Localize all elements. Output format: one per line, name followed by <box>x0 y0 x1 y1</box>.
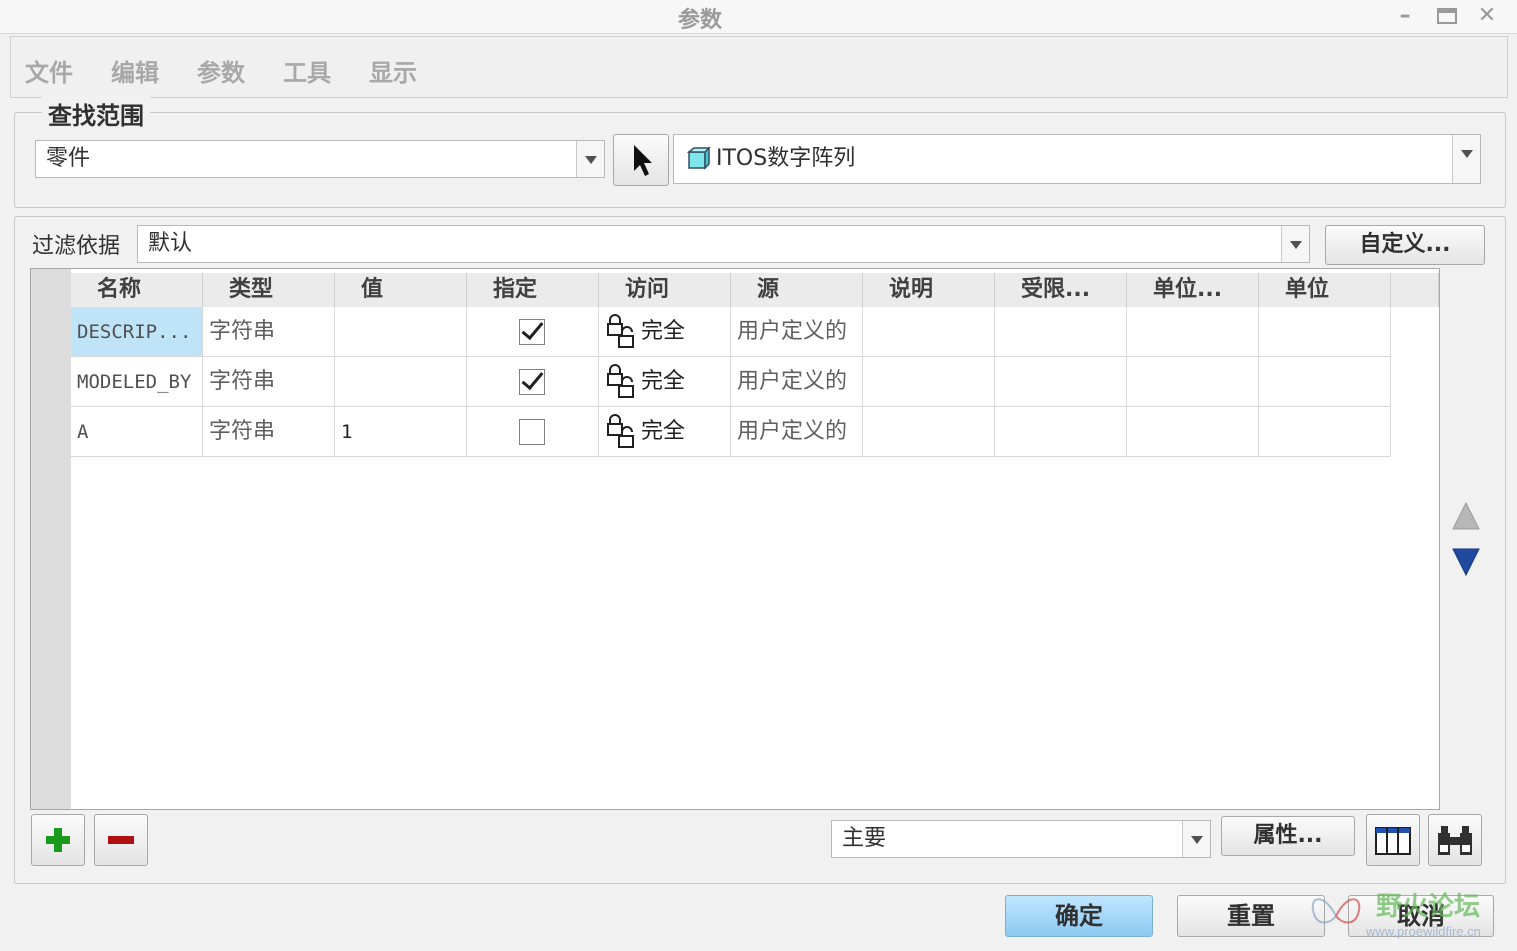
access-lock-icon <box>607 314 634 348</box>
view-value: 主要 <box>842 826 887 851</box>
watermark-url: www.proewildfire.cn <box>1366 924 1481 939</box>
column-header-name[interactable]: 名称 <box>71 273 203 307</box>
filter-select[interactable]: 默认 <box>137 225 1310 263</box>
find-button[interactable] <box>1428 814 1482 866</box>
menu-parameters[interactable]: 参数 <box>197 53 245 88</box>
menu-bar: 文件 编辑 参数 工具 显示 <box>10 36 1508 98</box>
remove-parameter-button[interactable] <box>94 814 148 866</box>
cell-value[interactable]: 1 <box>335 407 467 457</box>
chevron-down-icon[interactable] <box>1281 226 1309 262</box>
add-parameter-button[interactable] <box>31 814 85 866</box>
cursor-arrow-icon <box>634 145 652 176</box>
customize-button[interactable]: 自定义... <box>1325 225 1485 265</box>
access-lock-icon <box>607 364 634 398</box>
cell-unit[interactable] <box>1259 307 1391 357</box>
search-scope-legend: 查找范围 <box>42 96 150 131</box>
cell-type[interactable]: 字符串 <box>203 407 335 457</box>
binoculars-icon <box>1438 826 1472 855</box>
filter-label: 过滤依据 <box>32 234 121 259</box>
access-label: 完全 <box>641 319 686 344</box>
cell-access[interactable]: 完全 <box>599 307 731 357</box>
cell-restricted[interactable] <box>995 407 1127 457</box>
cell-designate[interactable] <box>467 357 599 407</box>
move-down-icon[interactable] <box>1450 546 1482 578</box>
cell-description[interactable] <box>863 407 995 457</box>
cell-unit-quantity[interactable] <box>1127 407 1259 457</box>
chevron-down-icon[interactable] <box>576 141 604 177</box>
cell-unit[interactable] <box>1259 357 1391 407</box>
cell-restricted[interactable] <box>995 357 1127 407</box>
cell-source[interactable]: 用户定义的 <box>731 407 863 457</box>
access-label: 完全 <box>641 419 686 444</box>
column-header-source[interactable]: 源 <box>731 273 863 307</box>
chevron-down-icon[interactable] <box>1452 135 1480 183</box>
columns-icon <box>1375 827 1411 855</box>
filter-value: 默认 <box>148 231 193 256</box>
cell-restricted[interactable] <box>995 307 1127 357</box>
cell-designate[interactable] <box>467 307 599 357</box>
cell-description[interactable] <box>863 357 995 407</box>
minimize-icon[interactable]: – <box>1390 2 1420 30</box>
menu-file[interactable]: 文件 <box>25 53 73 88</box>
column-header-restricted[interactable]: 受限... <box>995 273 1127 307</box>
designate-checkbox[interactable] <box>519 319 545 345</box>
column-header-access[interactable]: 访问 <box>599 273 731 307</box>
title-bar: 参数 – ✕ <box>0 0 1517 34</box>
designate-checkbox[interactable] <box>519 369 545 395</box>
column-header-filler <box>1391 273 1439 307</box>
row-header-column <box>31 269 71 809</box>
cell-unit-quantity[interactable] <box>1127 357 1259 407</box>
parameters-table: 名称 类型 值 指定 访问 源 说明 受限... 单位... 单位 DESCRI… <box>30 268 1440 810</box>
column-header-type[interactable]: 类型 <box>203 273 335 307</box>
cell-name[interactable]: A <box>71 407 203 457</box>
menu-tools[interactable]: 工具 <box>283 53 331 88</box>
forum-watermark: 野火论坛 www.proewildfire.cn <box>1306 886 1511 946</box>
access-label: 完全 <box>641 369 686 394</box>
column-header-value[interactable]: 值 <box>335 273 467 307</box>
column-setup-button[interactable] <box>1366 814 1420 866</box>
menu-edit[interactable]: 编辑 <box>111 53 159 88</box>
column-header-unit[interactable]: 单位 <box>1259 273 1391 307</box>
ok-button[interactable]: 确定 <box>1005 895 1153 937</box>
menu-display[interactable]: 显示 <box>369 53 417 88</box>
close-icon[interactable]: ✕ <box>1472 2 1502 30</box>
column-header-unit-quantity[interactable]: 单位... <box>1127 273 1259 307</box>
maximize-icon[interactable] <box>1432 2 1462 30</box>
cell-unit[interactable] <box>1259 407 1391 457</box>
watermark-text: 野火论坛 <box>1376 892 1481 922</box>
column-header-designate[interactable]: 指定 <box>467 273 599 307</box>
access-lock-icon <box>607 414 634 448</box>
select-model-button[interactable] <box>613 134 669 186</box>
cell-unit-quantity[interactable] <box>1127 307 1259 357</box>
column-header-description[interactable]: 说明 <box>863 273 995 307</box>
model-value: ITOS数字阵列 <box>716 146 856 171</box>
designate-checkbox[interactable] <box>519 419 545 445</box>
cell-name[interactable]: DESCRIP... <box>71 307 203 357</box>
cell-type[interactable]: 字符串 <box>203 357 335 407</box>
scope-type-value: 零件 <box>46 146 91 171</box>
cell-source[interactable]: 用户定义的 <box>731 357 863 407</box>
plus-icon <box>46 828 70 852</box>
cell-source[interactable]: 用户定义的 <box>731 307 863 357</box>
chevron-down-icon[interactable] <box>1182 821 1210 857</box>
cell-type[interactable]: 字符串 <box>203 307 335 357</box>
cell-description[interactable] <box>863 307 995 357</box>
move-up-icon[interactable] <box>1450 500 1482 532</box>
view-select[interactable]: 主要 <box>831 820 1211 858</box>
cell-value[interactable] <box>335 357 467 407</box>
cell-access[interactable]: 完全 <box>599 407 731 457</box>
butterfly-logo-icon <box>1311 898 1361 924</box>
reset-button[interactable]: 重置 <box>1177 895 1325 937</box>
model-select[interactable]: ITOS数字阵列 <box>673 134 1481 184</box>
window-title: 参数 <box>677 8 722 33</box>
part-cube-icon <box>686 147 711 170</box>
minus-icon <box>108 836 134 844</box>
scope-type-select[interactable]: 零件 <box>35 140 605 178</box>
cell-access[interactable]: 完全 <box>599 357 731 407</box>
cell-designate[interactable] <box>467 407 599 457</box>
cell-name[interactable]: MODELED_BY <box>71 357 203 407</box>
cell-value[interactable] <box>335 307 467 357</box>
properties-button[interactable]: 属性... <box>1221 816 1355 856</box>
